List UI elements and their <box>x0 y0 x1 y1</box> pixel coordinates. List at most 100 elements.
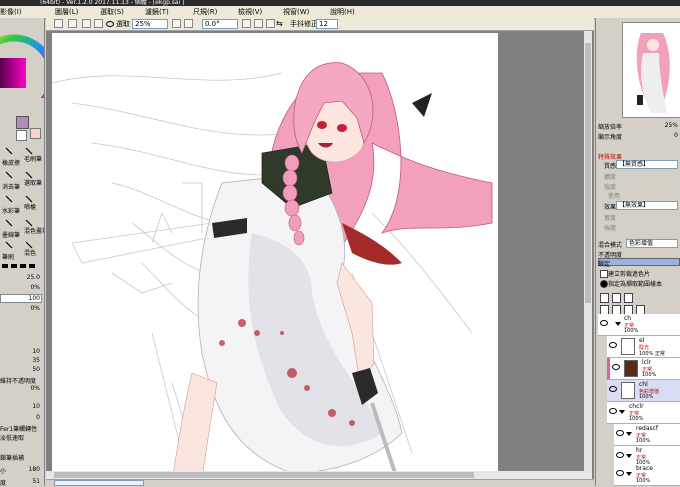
brush-shape-row[interactable] <box>0 262 44 270</box>
brush-label-2[interactable]: 橡皮擦 <box>2 158 20 167</box>
layer-row[interactable]: chl 色彩增值 100% <box>607 380 680 402</box>
layer-row[interactable]: el 陰光 100% 正常 <box>607 336 680 358</box>
brush-label-7[interactable]: 混色畫筆 <box>24 226 44 235</box>
paper-texture-label[interactable]: Fer1筆觸轉性 <box>0 424 37 433</box>
eye-icon[interactable] <box>616 430 624 436</box>
canvas-area[interactable] <box>46 31 594 479</box>
size-min-value[interactable]: 180 <box>14 466 40 473</box>
layer-row[interactable]: ch 正常 100% <box>598 314 680 336</box>
invert-select-button[interactable] <box>94 19 103 28</box>
secondary-swatch[interactable] <box>30 128 41 139</box>
menu-item-ruler[interactable]: 尺規(R) <box>193 6 217 18</box>
transparent-swatch[interactable] <box>16 130 27 141</box>
flip-icon[interactable]: ⇆ <box>276 19 283 28</box>
folder-toggle-icon[interactable] <box>619 410 625 414</box>
color-swatch[interactable] <box>16 116 29 129</box>
layer-row[interactable]: brace 正常 100% <box>614 464 680 486</box>
brush-size-percent[interactable]: 0% <box>14 284 40 291</box>
navigator-preview[interactable] <box>622 22 680 118</box>
canvas-vertical-scrollbar[interactable] <box>584 31 592 479</box>
canvas-document[interactable] <box>52 33 498 479</box>
rotate-left-button[interactable] <box>242 19 251 28</box>
color-wheel[interactable] <box>0 18 44 98</box>
eye-icon[interactable] <box>616 452 624 458</box>
texture-use-label[interactable]: 使用 <box>608 191 620 200</box>
nav-angle-value[interactable]: 0 <box>656 132 678 139</box>
zoom-select[interactable]: 25% <box>132 19 168 29</box>
blend-mode-label: 混合模式 <box>598 242 623 249</box>
menu-item-filter[interactable]: 濾鏡(T) <box>145 6 169 18</box>
stabilizer-select[interactable]: 12 <box>316 19 338 29</box>
lock-label: 鎖定 <box>598 261 611 268</box>
deselect-button[interactable] <box>82 19 91 28</box>
stabilizer-label: 手抖修正 <box>290 20 318 28</box>
eye-icon[interactable] <box>616 470 624 476</box>
brush-label-5[interactable]: 噴槍 <box>24 202 36 211</box>
density-percent[interactable]: 0% <box>14 305 40 312</box>
eye-icon[interactable] <box>609 342 617 348</box>
eye-icon[interactable] <box>612 364 620 370</box>
new-layer-button[interactable] <box>600 293 609 303</box>
effect-select[interactable]: 【無效果】 <box>616 201 678 210</box>
menu-item-layer[interactable]: 圖層(L) <box>55 6 78 18</box>
density-label-value[interactable]: 51 <box>14 478 40 485</box>
layer-name: brace <box>636 465 653 472</box>
low-res-label[interactable]: 淡低速取 <box>0 433 24 442</box>
ref-checkbox[interactable] <box>600 280 608 288</box>
menu-item-window[interactable]: 視窗(W) <box>283 6 309 18</box>
param-0[interactable]: 0 <box>14 414 40 421</box>
menu-item-image[interactable]: 影像(I) <box>0 6 22 18</box>
canvas-horizontal-scrollbar[interactable] <box>46 471 584 479</box>
param-50[interactable]: 50 <box>14 366 40 373</box>
angle-select[interactable]: 0.0° <box>202 19 238 29</box>
brush-label-9[interactable]: 混色 <box>24 248 36 257</box>
nav-zoom-value[interactable]: 25% <box>656 122 678 129</box>
zoom-out-button[interactable] <box>172 19 181 28</box>
eye-icon[interactable] <box>600 320 608 326</box>
menu-item-select[interactable]: 選取(S) <box>100 6 124 18</box>
folder-toggle-icon[interactable] <box>626 454 632 458</box>
canvas-toolbar: 選取 25% 0.0° ⇆ 手抖修正 12 <box>46 18 594 31</box>
folder-toggle-icon[interactable] <box>626 432 632 436</box>
param-10a[interactable]: 10 <box>14 348 40 355</box>
menu-item-view[interactable]: 檢視(V) <box>238 6 262 18</box>
eye-icon[interactable] <box>106 21 114 27</box>
brush-label-10[interactable]: 筆刷 <box>2 252 14 261</box>
blend-mode-select[interactable]: 色彩增值 <box>626 239 678 248</box>
redo-button[interactable] <box>68 19 77 28</box>
brush-size-value[interactable]: 25.0 <box>14 274 40 281</box>
menu-item-help[interactable]: 說明(H) <box>330 6 355 18</box>
texture-select[interactable]: 【無質感】 <box>616 160 678 169</box>
keep-opacity-label[interactable]: 維持不透明度 <box>0 376 36 385</box>
eye-icon[interactable] <box>609 386 617 392</box>
opacity-slider[interactable] <box>598 258 680 266</box>
eye-icon[interactable] <box>609 408 617 414</box>
brush-label-6[interactable]: 水彩筆 <box>2 206 20 215</box>
zoom-in-button[interactable] <box>184 19 193 28</box>
layer-row[interactable]: redascf 正常 100% <box>614 424 680 446</box>
document-tab[interactable] <box>54 480 144 486</box>
layer-name: chclr <box>629 403 644 410</box>
spread-label[interactable]: 鎖筆插補 <box>0 453 24 462</box>
brush-label-3[interactable]: 選取筆 <box>24 178 42 187</box>
undo-button[interactable] <box>54 19 63 28</box>
param-35[interactable]: 35 <box>14 357 40 364</box>
ref-label[interactable]: 指定為擷取範圍樣本 <box>608 279 662 288</box>
brush-label-1[interactable]: 毛刷筆 <box>24 154 42 163</box>
clip-label[interactable]: 建立剪裁遮色片 <box>608 269 650 278</box>
rotate-right-button[interactable] <box>254 19 263 28</box>
brush-label-4[interactable]: 消去筆 <box>2 182 20 191</box>
new-mask-button[interactable] <box>624 293 633 303</box>
new-layer-folder-button[interactable] <box>612 293 621 303</box>
brush-label-8[interactable]: 墨線筆 <box>2 230 20 239</box>
layer-row[interactable]: lclr 正常 100% <box>607 358 680 380</box>
layer-row[interactable]: chclr 正常 100% <box>607 402 680 424</box>
nav-zoom-label: 縮放倍率 <box>598 124 623 131</box>
reset-rotation-button[interactable] <box>266 19 275 28</box>
clip-checkbox[interactable] <box>600 270 608 278</box>
folder-toggle-icon[interactable] <box>626 472 632 476</box>
param-pct-0[interactable]: 0% <box>14 385 40 392</box>
param-10b[interactable]: 10 <box>14 403 40 410</box>
folder-toggle-icon[interactable] <box>615 322 621 326</box>
layer-name: el <box>639 337 645 344</box>
